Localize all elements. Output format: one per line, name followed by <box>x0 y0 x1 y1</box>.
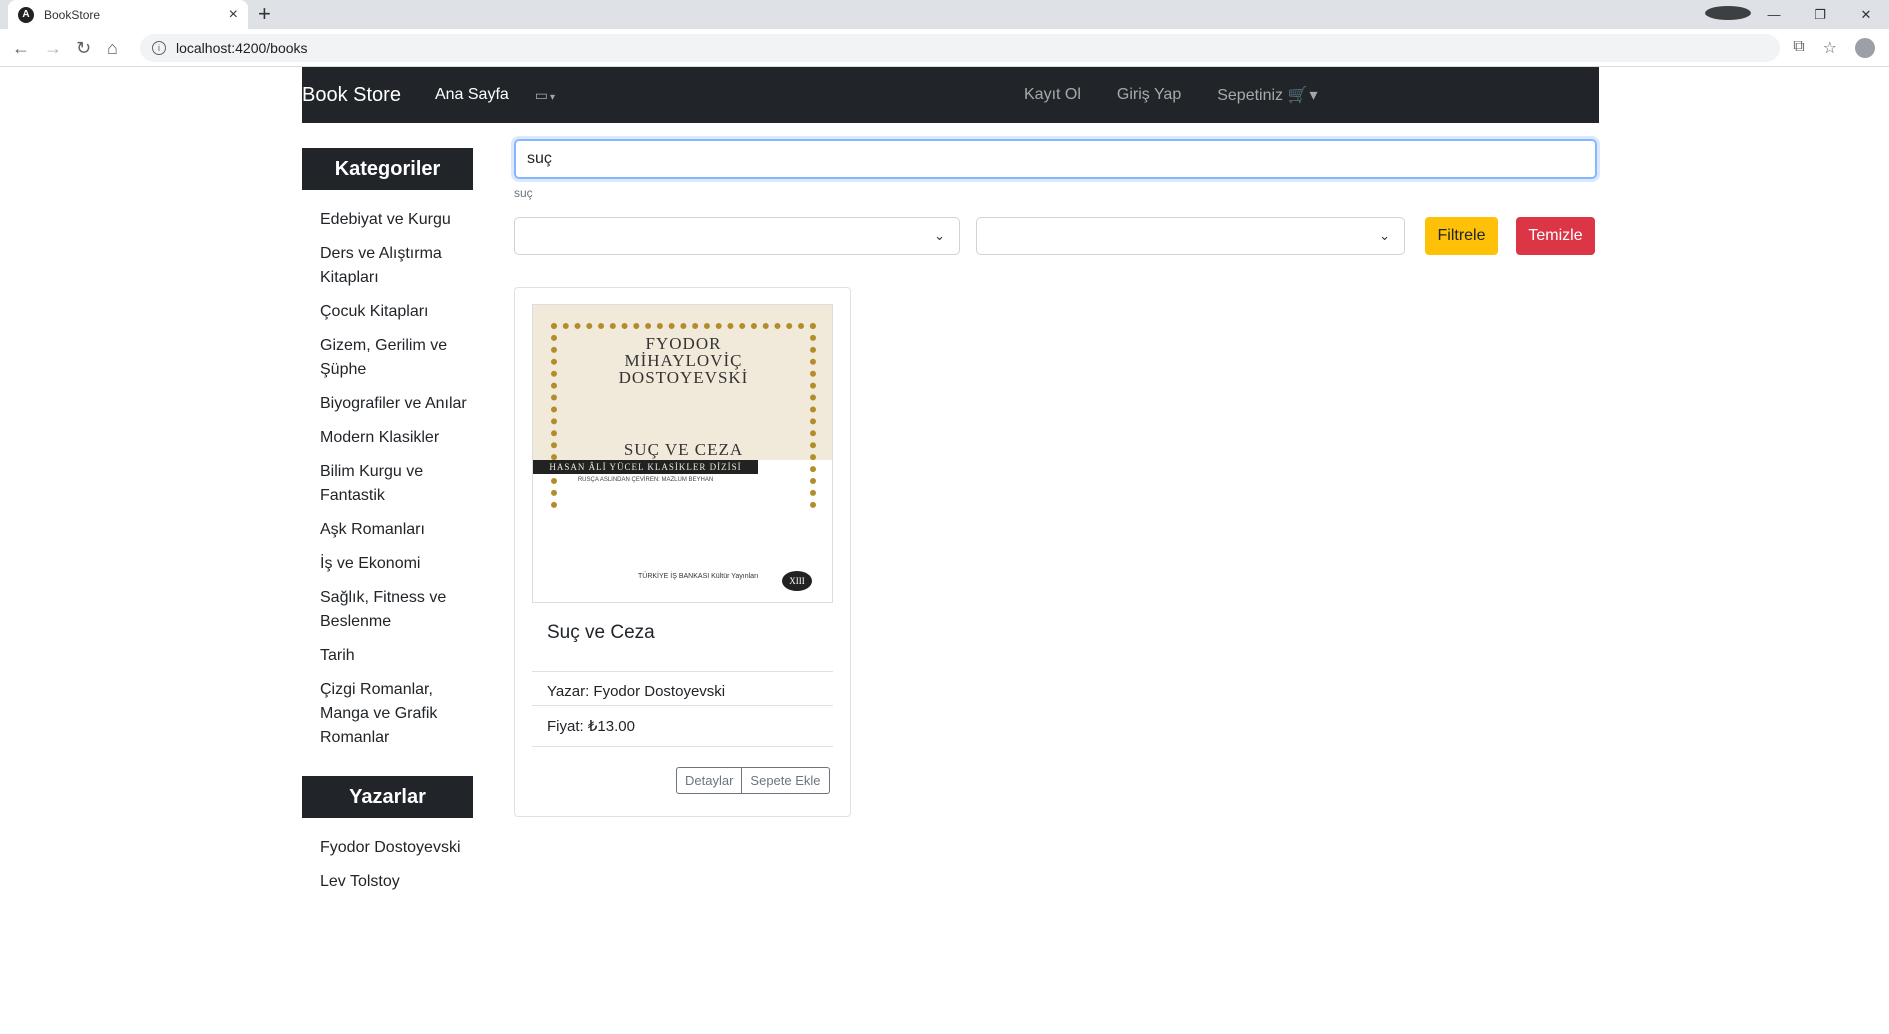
brand-link[interactable]: Book Store <box>302 84 401 107</box>
authors-header: Yazarlar <box>302 776 473 818</box>
address-bar[interactable]: i localhost:4200/books <box>140 34 1780 62</box>
chevron-down-icon: ⌄ <box>1379 228 1390 243</box>
window-controls: — ❐ ✕ <box>1705 0 1889 29</box>
login-link[interactable]: Giriş Yap <box>1117 86 1181 104</box>
browser-tab[interactable]: A BookStore × <box>8 0 248 29</box>
info-icon[interactable]: i <box>152 41 166 55</box>
top-navbar: Book Store Ana Sayfa ▭ ▾ Kayıt Ol Giriş Y… <box>302 67 1599 123</box>
forward-icon[interactable]: → <box>44 38 62 58</box>
cart-label: Sepetiniz <box>1217 87 1284 104</box>
cover-series-badge: XIII <box>782 571 812 591</box>
toolbar-actions: ⧉ ☆ <box>1793 38 1875 58</box>
home-icon[interactable]: ⌂ <box>107 38 118 58</box>
back-icon[interactable]: ← <box>12 38 30 58</box>
translate-icon[interactable]: ⧉ <box>1793 38 1804 58</box>
cover-author-text: FYODOR MİHAYLOVİÇ DOSTOYEVSKİ <box>533 334 832 387</box>
cover-publisher-logo: TÜRKİYE İŞ BANKASI Kültür Yayınları <box>638 573 759 580</box>
categories-header: Kategoriler <box>302 148 473 190</box>
book-card: FYODOR MİHAYLOVİÇ DOSTOYEVSKİ SUÇ VE CEZ… <box>514 287 851 817</box>
filter-select-1[interactable]: ⌄ <box>514 217 960 255</box>
url-text: localhost:4200/books <box>176 40 308 56</box>
bookmark-star-icon[interactable]: ☆ <box>1823 38 1837 58</box>
nav-home-link[interactable]: Ana Sayfa <box>435 86 509 104</box>
chevron-down-icon: ⌄ <box>934 228 945 243</box>
filter-select-2[interactable]: ⌄ <box>976 217 1405 255</box>
page-content: Book Store Ana Sayfa ▭ ▾ Kayıt Ol Giriş Y… <box>0 67 1889 1034</box>
browser-toolbar: ← → ↻ ⌂ i localhost:4200/books ⧉ ☆ <box>0 29 1889 67</box>
book-title: Suç ve Ceza <box>547 622 655 643</box>
card-action-group: Detaylar Sepete Ekle <box>676 767 830 794</box>
account-icon[interactable] <box>1855 38 1875 58</box>
reload-icon[interactable]: ↻ <box>76 38 91 58</box>
sidebar-category-item[interactable]: Tarih <box>320 644 473 668</box>
search-input[interactable]: suç <box>514 139 1597 179</box>
cover-author-line2: MİHAYLOVİÇ <box>624 351 743 370</box>
minimize-icon[interactable]: — <box>1751 7 1797 22</box>
sidebar-category-item[interactable]: Biyografiler ve Anılar <box>320 392 473 416</box>
book-cover-image[interactable]: FYODOR MİHAYLOVİÇ DOSTOYEVSKİ SUÇ VE CEZ… <box>532 304 833 603</box>
sidebar-category-item[interactable]: Edebiyat ve Kurgu <box>320 208 473 232</box>
sidebar-category-item[interactable]: Çocuk Kitapları <box>320 300 473 324</box>
sidebar-category-item[interactable]: Ders ve Alıştırma Kitapları <box>320 242 473 290</box>
cover-translator-text: RUSÇA ASLINDAN ÇEVİREN: MAZLUM BEYHAN <box>577 477 714 483</box>
sidebar-category-item[interactable]: İş ve Ekonomi <box>320 552 473 576</box>
register-link[interactable]: Kayıt Ol <box>1024 86 1081 104</box>
restore-icon[interactable]: ❐ <box>1797 7 1843 23</box>
new-tab-icon[interactable]: + <box>258 2 271 26</box>
close-window-icon[interactable]: ✕ <box>1843 7 1889 23</box>
add-to-cart-button[interactable]: Sepete Ekle <box>741 768 828 793</box>
tab-title: BookStore <box>44 7 101 22</box>
browser-tab-bar: A BookStore × + — ❐ ✕ <box>0 0 1889 29</box>
cart-icon: 🛒 <box>1287 87 1308 104</box>
category-list: Edebiyat ve Kurgu Ders ve Alıştırma Kitap… <box>302 190 473 776</box>
sidebar-category-item[interactable]: Bilim Kurgu ve Fantastik <box>320 460 473 508</box>
sidebar-category-item[interactable]: Aşk Romanları <box>320 518 473 542</box>
angular-favicon-icon: A <box>18 6 34 23</box>
details-button[interactable]: Detaylar <box>677 768 741 793</box>
chevron-down-icon: ▾ <box>1309 87 1318 104</box>
nav-right-group: Kayıt Ol Giriş Yap Sepetiniz 🛒 ▾ <box>1024 67 1317 123</box>
cover-author-line1: FYODOR <box>645 334 722 353</box>
filter-button[interactable]: Filtrele <box>1425 217 1498 255</box>
sidebar-author-item[interactable]: Fyodor Dostoyevski <box>320 836 473 860</box>
book-price: Fiyat: ₺13.00 <box>532 705 833 747</box>
book-dropdown-icon[interactable]: ▭ ▾ <box>535 87 555 104</box>
sidebar-category-item[interactable]: Sağlık, Fitness ve Beslenme <box>320 586 473 634</box>
cart-dropdown[interactable]: Sepetiniz 🛒 ▾ <box>1217 85 1317 105</box>
cover-series-band: HASAN ÂLİ YÜCEL KLASİKLER DİZİSİ <box>533 460 758 474</box>
clear-button[interactable]: Temizle <box>1516 217 1595 255</box>
author-list: Fyodor Dostoyevski Lev Tolstoy <box>302 818 473 920</box>
cover-title-text: SUÇ VE CEZA <box>623 440 744 459</box>
sidebar-category-item[interactable]: Gizem, Gerilim ve Şüphe <box>320 334 473 382</box>
sidebar-author-item[interactable]: Lev Tolstoy <box>320 870 473 894</box>
search-echo-text: suç <box>514 186 533 200</box>
close-tab-icon[interactable]: × <box>229 6 238 24</box>
sidebar-category-item[interactable]: Çizgi Romanlar, Manga ve Grafik Romanlar <box>320 678 473 750</box>
sidebar-category-item[interactable]: Modern Klasikler <box>320 426 473 450</box>
sidebar: Kategoriler Edebiyat ve Kurgu Ders ve Alı… <box>302 148 473 920</box>
profile-menu-icon[interactable] <box>1705 6 1751 23</box>
cover-author-line3: DOSTOYEVSKİ <box>618 368 749 387</box>
